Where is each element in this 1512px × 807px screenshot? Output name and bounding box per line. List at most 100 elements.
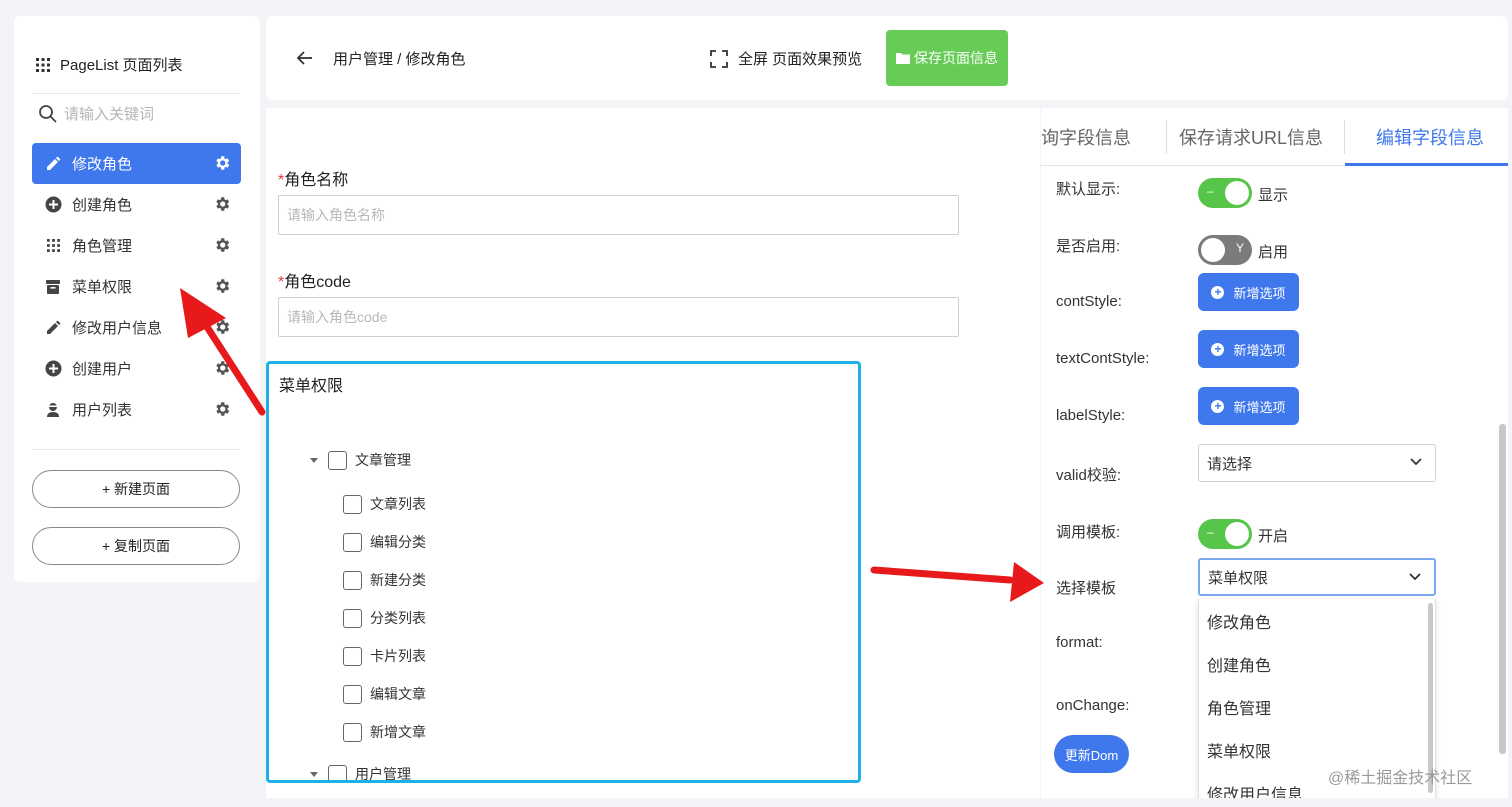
menu-permission-title: 菜单权限 (279, 378, 344, 395)
gear-icon[interactable] (213, 318, 231, 336)
caret-down-icon[interactable] (310, 457, 318, 463)
tree-node-leaf[interactable]: 卡片列表 (343, 646, 426, 666)
pencil-icon (44, 319, 62, 337)
checkbox[interactable] (343, 646, 362, 666)
sidebar-item-create-role[interactable]: 创建角色 (32, 184, 241, 225)
breadcrumb: 用户管理 / 修改角色 (333, 51, 466, 68)
enabled-label: 是否启用: (1056, 238, 1121, 255)
search-icon (39, 105, 57, 123)
switch-knob (1225, 522, 1249, 546)
textcontstyle-add-option-button[interactable]: + 新增选项 (1198, 330, 1299, 368)
sidebar-search[interactable] (38, 104, 244, 124)
sidebar-item-create-user[interactable]: 创建用户 (32, 348, 241, 389)
gear-icon[interactable] (213, 400, 231, 418)
default-show-label: 默认显示: (1056, 181, 1121, 198)
gear-icon[interactable] (213, 195, 231, 213)
tab-save-url[interactable]: 保存请求URL信息 (1179, 124, 1323, 150)
tree-node-leaf[interactable]: 编辑分类 (343, 532, 426, 552)
sidebar-title: PageList 页面列表 (36, 54, 183, 75)
checkbox[interactable] (328, 764, 347, 780)
checkbox[interactable] (343, 532, 362, 552)
sidebar-list: 修改角色 创建角色 角色管理 菜单权限 修改用户信息 创建用户 用户列表 (32, 143, 241, 430)
checkbox[interactable] (343, 608, 362, 628)
dropdown-option[interactable]: 修改角色 (1199, 599, 1435, 642)
fullscreen-icon (710, 49, 728, 68)
format-label: format: (1056, 634, 1103, 651)
grid-icon (36, 57, 50, 72)
labelstyle-add-option-button[interactable]: + 新增选项 (1198, 387, 1299, 425)
checkbox[interactable] (343, 722, 362, 742)
tab-edit-fields[interactable]: 编辑字段信息 (1376, 124, 1484, 150)
chevron-down-icon (1409, 573, 1421, 581)
tree-node-leaf[interactable]: 编辑文章 (343, 684, 426, 704)
contstyle-label: contStyle: (1056, 293, 1122, 310)
grid-icon (44, 237, 62, 255)
dropdown-option[interactable]: 角色管理 (1199, 685, 1435, 728)
chevron-down-icon (1410, 458, 1422, 466)
sidebar-item-label: 菜单权限 (72, 279, 133, 296)
contstyle-add-option-button[interactable]: + 新增选项 (1198, 273, 1299, 311)
plus-circle-icon (44, 360, 62, 378)
checkbox[interactable] (328, 450, 347, 470)
sidebar: PageList 页面列表 修改角色 创建角色 角色管理 菜单权限 修改 (14, 16, 260, 582)
role-code-label: *角色code (278, 274, 351, 291)
gear-icon[interactable] (213, 236, 231, 254)
labelstyle-label: labelStyle: (1056, 407, 1126, 424)
plus-circle-icon: + (1211, 285, 1225, 299)
select-template-label: 选择模板 (1056, 580, 1117, 597)
tree-node-group[interactable]: 用户管理 (310, 764, 411, 780)
fullscreen-preview-button[interactable]: 全屏 页面效果预览 (710, 48, 862, 69)
switch-knob (1201, 238, 1225, 262)
plus-circle-icon: + (1211, 342, 1225, 356)
role-name-input[interactable] (278, 195, 959, 235)
save-page-button[interactable]: 保存页面信息 (886, 30, 1008, 86)
switch-knob (1225, 181, 1249, 205)
gear-icon[interactable] (213, 359, 231, 377)
sidebar-item-edit-user[interactable]: 修改用户信息 (32, 307, 241, 348)
dropdown-option[interactable]: 创建角色 (1199, 642, 1435, 685)
folder-icon (896, 53, 910, 64)
sidebar-item-user-list[interactable]: 用户列表 (32, 389, 241, 430)
sidebar-item-edit-role[interactable]: 修改角色 (32, 143, 241, 184)
tree-node-leaf[interactable]: 新建分类 (343, 570, 426, 590)
back-arrow-icon[interactable] (294, 48, 314, 68)
active-tab-indicator (1345, 163, 1508, 166)
role-name-label: *角色名称 (278, 172, 349, 189)
valid-select-value: 请选择 (1207, 455, 1253, 473)
gear-icon[interactable] (213, 277, 231, 295)
tree-node-leaf[interactable]: 文章列表 (343, 494, 426, 514)
gear-icon[interactable] (213, 154, 231, 172)
caret-down-icon[interactable] (310, 771, 318, 777)
sidebar-item-menu-permission[interactable]: 菜单权限 (32, 266, 241, 307)
template-select[interactable]: 菜单权限 (1198, 558, 1436, 596)
valid-select[interactable]: 请选择 (1198, 444, 1436, 482)
template-switch[interactable]: – (1198, 519, 1252, 549)
tree-node-leaf[interactable]: 新增文章 (343, 722, 426, 742)
menu-permission-tree: 菜单权限 文章管理 文章列表 编辑分类 新建分类 分类列表 卡片列表 编辑文章 … (266, 361, 861, 783)
plus-circle-icon: + (1211, 399, 1225, 413)
tab-query-fields[interactable]: 询字段信息 (1041, 124, 1131, 150)
copy-page-button[interactable]: + 复制页面 (32, 527, 240, 565)
template-select-value: 菜单权限 (1208, 569, 1269, 587)
checkbox[interactable] (343, 684, 362, 704)
checkbox[interactable] (343, 494, 362, 514)
fullscreen-label: 全屏 页面效果预览 (738, 51, 863, 68)
tree-node-group[interactable]: 文章管理 (310, 450, 411, 470)
default-show-state: 显示 (1258, 187, 1289, 204)
tree-node-leaf[interactable]: 分类列表 (343, 608, 426, 628)
enabled-state: 启用 (1258, 244, 1289, 261)
sidebar-item-role-management[interactable]: 角色管理 (32, 225, 241, 266)
field-config-panel: 询字段信息 保存请求URL信息 编辑字段信息 默认显示: – 显示 是否启用: … (1041, 108, 1508, 798)
page-scrollbar[interactable] (1499, 424, 1506, 754)
archive-icon (44, 278, 62, 296)
enabled-switch[interactable]: Y (1198, 235, 1252, 265)
template-state: 开启 (1258, 528, 1289, 545)
search-input[interactable] (64, 105, 244, 123)
update-dom-button[interactable]: 更新Dom (1054, 735, 1129, 773)
default-show-switch[interactable]: – (1198, 178, 1252, 208)
new-page-button[interactable]: + 新建页面 (32, 470, 240, 508)
divider (32, 93, 240, 94)
checkbox[interactable] (343, 570, 362, 590)
role-code-input[interactable] (278, 297, 959, 337)
user-icon (44, 401, 62, 419)
